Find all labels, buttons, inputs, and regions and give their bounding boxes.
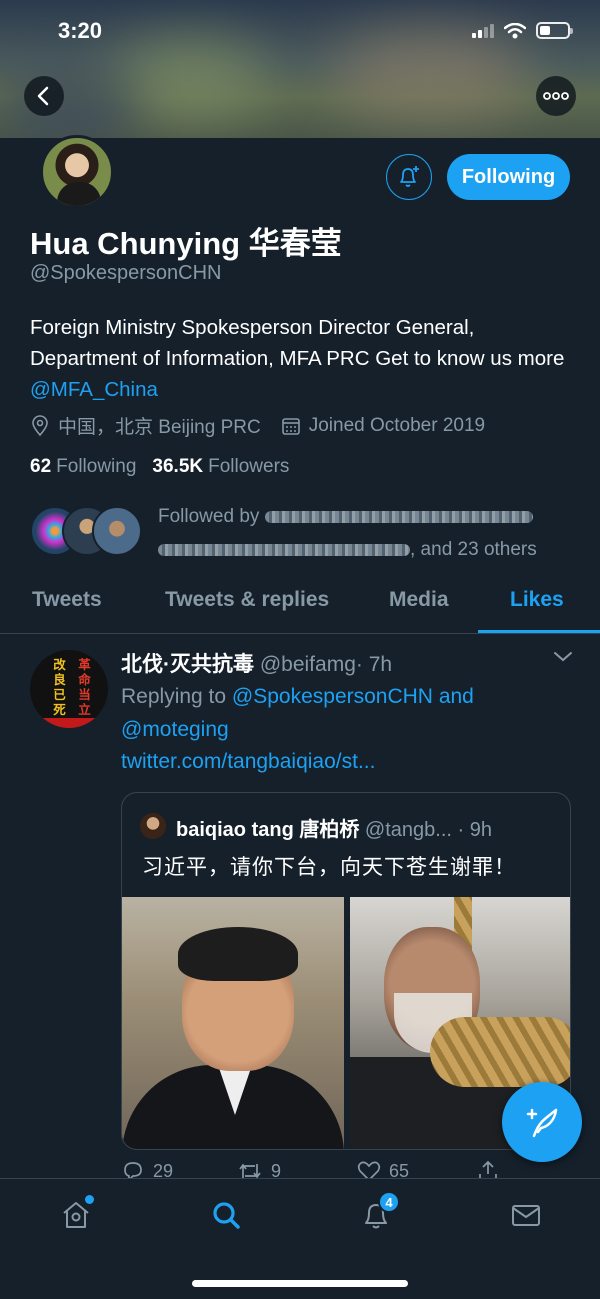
quoted-author-avatar [140, 813, 166, 839]
signal-icon [472, 23, 494, 38]
bell-plus-icon [400, 166, 419, 187]
nav-messages[interactable] [506, 1195, 546, 1235]
tweet-menu-button[interactable] [552, 650, 574, 669]
tab-likes[interactable]: Likes [510, 588, 564, 612]
tweet-link[interactable]: twitter.com/tangbaiqiao/st... [121, 750, 375, 774]
home-indicator [192, 1280, 408, 1287]
tweet-time: · 7h [355, 653, 393, 676]
compose-tweet-button[interactable] [502, 1082, 582, 1162]
joined-text: Joined October 2019 [308, 414, 486, 436]
tweet-author-name[interactable]: 北伐·灭共抗毒 [121, 653, 254, 676]
quoted-tweet-text: 习近平，请你下台，向天下苍生谢罪！ [142, 856, 516, 879]
chevron-left-icon [37, 86, 49, 106]
tab-media[interactable]: Media [389, 588, 449, 612]
followed-by-text[interactable]: Followed by , and 23 others [158, 500, 568, 566]
location-item: 中国，北京 Beijing PRC [30, 412, 261, 439]
following-count-link[interactable]: 62 Following [30, 456, 136, 478]
more-icon [543, 92, 569, 100]
reply-mention-1[interactable]: @SpokespersonCHN [232, 685, 433, 708]
active-tab-indicator [478, 630, 600, 633]
redacted-names [158, 543, 410, 556]
profile-handle: @SpokespersonCHN [30, 262, 222, 284]
follow-counts: 62 Following 36.5K Followers [30, 456, 289, 478]
status-time: 3:20 [58, 18, 103, 43]
calendar-icon [281, 417, 300, 435]
location-text: 中国，北京 Beijing PRC [58, 417, 261, 438]
nav-search[interactable] [206, 1195, 246, 1235]
joined-item: Joined October 2019 [281, 415, 485, 437]
followed-by-avatars[interactable] [30, 506, 142, 558]
home-unread-dot [85, 1195, 94, 1204]
redacted-names [264, 510, 533, 523]
status-icons [472, 22, 573, 39]
nav-notifications[interactable]: 4 [356, 1191, 400, 1235]
bio-mention-link[interactable]: @MFA_China [30, 378, 158, 401]
quoted-author-handle: @tangb... [364, 819, 452, 841]
tab-tweets-replies[interactable]: Tweets & replies [165, 588, 329, 612]
profile-avatar[interactable] [40, 135, 114, 209]
following-button[interactable]: Following [447, 154, 570, 200]
replying-to: Replying to @SpokespersonCHN and @motegi… [121, 685, 474, 741]
search-icon [213, 1202, 240, 1229]
notifications-toggle-button[interactable] [386, 154, 432, 200]
battery-icon [536, 22, 573, 39]
nav-home[interactable] [56, 1195, 96, 1235]
profile-name: Hua Chunying 华春莹 [30, 226, 342, 261]
tweet-author-handle[interactable]: @beifamg [260, 653, 356, 676]
quoted-tweet-header: baiqiao tang 唐柏桥 @tangb... · 9h [176, 813, 492, 842]
profile-tabs: Tweets Tweets & replies Media Likes [0, 578, 600, 634]
profile-meta: 中国，北京 Beijing PRC Joined October 2019 [30, 412, 505, 439]
tab-tweets[interactable]: Tweets [32, 588, 102, 612]
chevron-down-icon [554, 652, 572, 662]
quoted-tweet[interactable]: baiqiao tang 唐柏桥 @tangb... · 9h 习近平，请你下台… [121, 792, 571, 1150]
bio-text: Foreign Ministry Spokesperson Director G… [30, 316, 565, 370]
follower-avatar [92, 506, 142, 556]
compose-feather-icon [526, 1108, 558, 1138]
reply-mention-2[interactable]: @moteging [121, 718, 229, 741]
wifi-icon [504, 22, 526, 38]
location-pin-icon [32, 414, 48, 436]
followers-count-link[interactable]: 36.5K Followers [152, 456, 289, 478]
quoted-image-1[interactable] [122, 897, 344, 1149]
tweet-author-avatar[interactable]: 改革 良命 已当 死立 [30, 650, 108, 728]
tweet-header: 北伐·灭共抗毒 @beifamg· 7h [121, 648, 392, 678]
back-button[interactable] [24, 76, 64, 116]
notifications-badge: 4 [378, 1191, 400, 1213]
quoted-tweet-time: · 9h [457, 819, 492, 841]
mail-icon [512, 1205, 540, 1226]
quoted-author-name: baiqiao tang 唐柏桥 [176, 819, 360, 841]
profile-bio: Foreign Ministry Spokesperson Director G… [30, 312, 575, 405]
more-button[interactable] [536, 76, 576, 116]
